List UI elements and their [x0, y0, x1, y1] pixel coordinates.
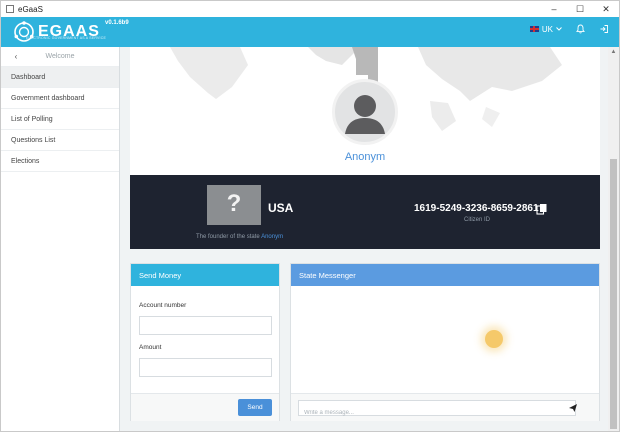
minimize-button[interactable]: –	[541, 1, 567, 17]
chevron-down-icon	[556, 27, 562, 31]
question-mark-icon: ?	[226, 190, 242, 217]
loading-spinner	[485, 330, 503, 348]
sidebar-item-list-of-polling[interactable]: List of Polling	[1, 109, 119, 130]
messenger-footer	[291, 393, 599, 421]
founder-label: The founder of the state	[196, 234, 260, 240]
copy-icon[interactable]	[536, 203, 548, 215]
messenger-title: State Messenger	[291, 264, 599, 286]
main-content: Anonym ? USA The founder of the state An…	[120, 47, 608, 431]
state-messenger-panel: State Messenger	[290, 263, 600, 421]
founder-line: The founder of the state Anonym	[196, 234, 283, 240]
account-number-label: Account number	[139, 302, 187, 309]
logo-subtitle: ELECTRONIC GOVERNMENT AS A SERVICE	[26, 36, 106, 40]
close-button[interactable]: ✕	[593, 1, 619, 17]
profile-name[interactable]: Anonym	[130, 151, 600, 163]
version-label: v0.1.6b9	[105, 20, 129, 26]
sidebar-back-label: Welcome	[45, 53, 75, 60]
sidebar-item-elections[interactable]: Elections	[1, 151, 119, 172]
avatar[interactable]	[332, 79, 398, 145]
sidebar-item-questions-list[interactable]: Questions List	[1, 130, 119, 151]
state-flag-image: ?	[207, 185, 261, 225]
sidebar: ‹ Welcome Dashboard Government dashboard…	[1, 47, 120, 431]
send-money-footer: Send	[131, 393, 279, 421]
vertical-scrollbar[interactable]: ▲	[608, 47, 619, 431]
founder-link[interactable]: Anonym	[261, 234, 283, 240]
sidebar-back-button[interactable]: ‹ Welcome	[1, 47, 119, 67]
sidebar-item-dashboard[interactable]: Dashboard	[1, 67, 119, 88]
scroll-up-icon[interactable]: ▲	[608, 47, 619, 57]
flag-uk-icon	[529, 26, 539, 32]
message-input[interactable]	[299, 406, 575, 420]
app-window: eGaaS – ☐ ✕ EGAAS ELECTRONIC GOVERNMENT …	[0, 0, 620, 432]
title-bar: eGaaS – ☐ ✕	[1, 1, 619, 17]
maximize-button[interactable]: ☐	[567, 1, 593, 17]
profile-card: Anonym	[130, 47, 600, 175]
citizen-id-label: Citizen ID	[464, 217, 491, 223]
send-button[interactable]: Send	[238, 399, 272, 416]
amount-input[interactable]	[139, 358, 272, 377]
account-number-input[interactable]	[139, 316, 272, 335]
language-selector[interactable]: UK	[529, 24, 562, 34]
header-actions: UK	[529, 24, 609, 34]
message-input-wrapper	[298, 400, 576, 420]
scrollbar-thumb[interactable]	[610, 159, 617, 429]
chevron-left-icon: ‹	[14, 52, 18, 61]
window-title: eGaaS	[18, 4, 43, 14]
app-icon	[6, 5, 14, 13]
sidebar-item-government-dashboard[interactable]: Government dashboard	[1, 88, 119, 109]
country-name: USA	[268, 201, 294, 215]
language-label: UK	[541, 24, 553, 34]
send-message-icon[interactable]	[568, 403, 578, 413]
send-money-title: Send Money	[131, 264, 279, 286]
send-money-panel: Send Money Account number Amount Send	[130, 263, 280, 421]
user-silhouette-icon	[345, 95, 385, 134]
bell-icon[interactable]	[576, 24, 585, 34]
amount-label: Amount	[139, 344, 162, 351]
citizen-id-value: 1619-5249-3236-8659-2861	[414, 203, 539, 214]
app-header: EGAAS ELECTRONIC GOVERNMENT AS A SERVICE…	[1, 17, 619, 47]
logout-icon[interactable]	[599, 24, 609, 34]
state-info-panel: ? USA The founder of the state Anonym 16…	[130, 175, 600, 249]
